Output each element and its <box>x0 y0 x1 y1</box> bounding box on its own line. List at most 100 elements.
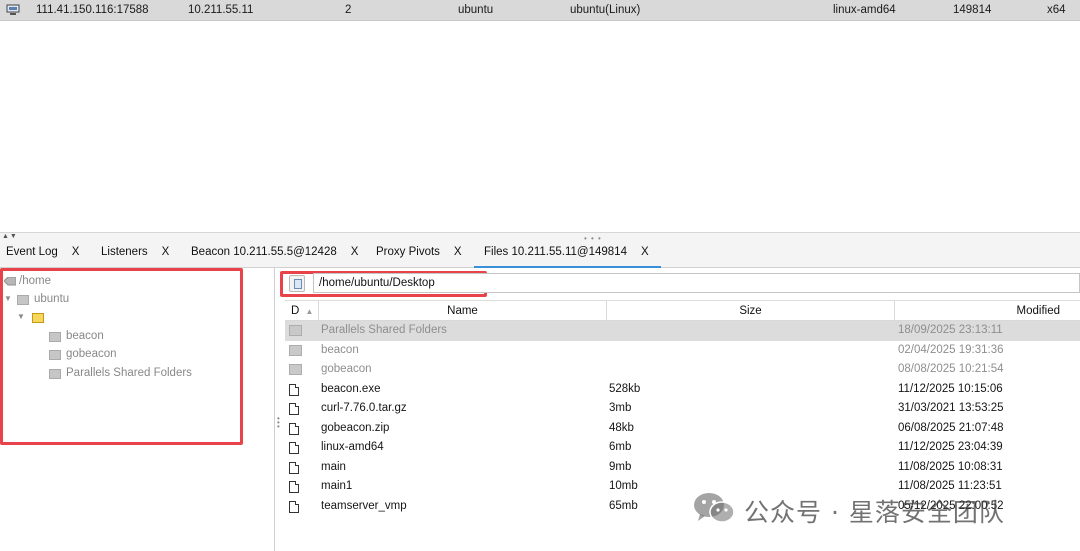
tab-proxy-pivots[interactable]: Proxy Pivots X <box>376 246 462 268</box>
open-folder-icon <box>32 313 44 323</box>
column-label: D <box>291 305 300 317</box>
column-label: Name <box>447 305 478 317</box>
column-header-name[interactable]: Name <box>319 301 607 322</box>
file-name: beacon.exe <box>321 382 381 395</box>
parent-folder-button[interactable] <box>289 275 305 292</box>
session-pid: 149814 <box>953 4 992 16</box>
tab-label: Files 10.211.55.11@149814 <box>484 246 627 258</box>
wechat-watermark: 公众号 · 星落安全团队 <box>692 490 1052 527</box>
file-name: main1 <box>321 480 353 492</box>
column-header-size[interactable]: Size <box>607 301 895 322</box>
tree-node-parallels[interactable]: Parallels Shared Folders <box>49 366 229 382</box>
table-row[interactable]: beacon.exe 528kb 11/12/2025 10:15:06 <box>285 380 1080 400</box>
tree-label: Parallels Shared Folders <box>66 367 192 379</box>
file-size: 48kb <box>609 421 634 434</box>
sort-ascending-icon: ▲ <box>305 307 314 316</box>
tab-close-icon[interactable]: X <box>454 246 462 258</box>
file-icon <box>289 422 299 435</box>
folder-icon <box>289 364 302 375</box>
tree-node-ubuntu[interactable]: ▼ ubuntu <box>4 292 204 308</box>
tree-label: gobeacon <box>66 348 117 360</box>
tab-label: Listeners <box>101 246 148 258</box>
file-modified: 11/12/2025 23:04:39 <box>898 441 1003 453</box>
directory-tree: /home ▼ ubuntu ▼ beacon gobeacon Paralle… <box>0 268 275 551</box>
session-row[interactable]: 111.41.150.116:17588 10.211.55.11 2 ubun… <box>0 0 1080 21</box>
watermark-text: 公众号 · 星落安全团队 <box>744 498 1005 527</box>
file-modified: 11/12/2025 10:15:06 <box>898 382 1003 395</box>
tree-label: /home <box>19 275 51 287</box>
file-modified: 18/09/2025 23:13:11 <box>898 324 1003 336</box>
session-process: linux-amd64 <box>833 4 896 16</box>
column-header-modified[interactable]: Modified <box>895 301 1080 322</box>
file-size: 9mb <box>609 460 632 473</box>
table-row[interactable]: main 9mb 11/08/2025 10:08:31 <box>285 458 1080 478</box>
tab-label: Proxy Pivots <box>376 246 440 258</box>
table-row[interactable]: beacon 02/04/2025 19:31:36 <box>285 341 1080 361</box>
column-header-d[interactable]: D ▲ <box>285 301 319 322</box>
file-size: 6mb <box>609 441 632 453</box>
tab-beacon[interactable]: Beacon 10.211.55.5@12428 X <box>191 246 358 268</box>
computer-icon <box>6 4 20 15</box>
tab-files[interactable]: Files 10.211.55.11@149814 X <box>474 246 661 268</box>
collapse-arrows-icon[interactable]: ▲▼ <box>2 233 18 240</box>
tab-event-log[interactable]: Event Log X <box>6 246 79 268</box>
tab-label: Beacon 10.211.55.5@12428 <box>191 246 337 258</box>
file-name: main <box>321 460 346 473</box>
pane-splitter[interactable]: ▲▼ • • • <box>0 232 1080 243</box>
file-size: 528kb <box>609 382 641 395</box>
tree-node-home[interactable]: /home <box>4 274 204 290</box>
tab-label: Event Log <box>6 246 58 258</box>
file-modified: 06/08/2025 21:07:48 <box>898 421 1004 434</box>
column-label: Size <box>739 305 762 317</box>
drive-icon <box>4 277 16 286</box>
file-modified: 31/03/2021 13:53:25 <box>898 402 1004 414</box>
file-name: curl-7.76.0.tar.gz <box>321 402 407 414</box>
sessions-table: 111.41.150.116:17588 10.211.55.11 2 ubun… <box>0 0 1080 232</box>
tab-close-icon[interactable]: X <box>351 246 359 258</box>
file-modified: 11/08/2025 10:08:31 <box>898 460 1003 473</box>
file-size: 3mb <box>609 402 632 414</box>
table-row[interactable]: linux-amd64 6mb 11/12/2025 23:04:39 <box>285 438 1080 458</box>
folder-icon <box>17 295 29 305</box>
file-name: linux-amd64 <box>321 441 384 453</box>
tab-listeners[interactable]: Listeners X <box>101 246 169 268</box>
file-size: 65mb <box>609 499 638 512</box>
file-icon <box>289 481 299 493</box>
folder-icon <box>49 369 61 379</box>
file-name: Parallels Shared Folders <box>321 324 447 336</box>
file-size: 10mb <box>609 480 638 492</box>
file-modified: 02/04/2025 19:31:36 <box>898 343 1004 356</box>
tab-close-icon[interactable]: X <box>72 246 80 258</box>
table-row[interactable]: Parallels Shared Folders 18/09/2025 23:13… <box>285 321 1080 341</box>
file-name: beacon <box>321 343 359 356</box>
expand-arrow-icon[interactable]: ▼ <box>17 312 25 321</box>
file-name: gobeacon.zip <box>321 421 390 434</box>
session-count: 2 <box>345 4 352 16</box>
session-arch: x64 <box>1047 4 1066 16</box>
file-icon <box>289 461 299 474</box>
tab-close-icon[interactable]: X <box>162 246 170 258</box>
folder-icon <box>49 332 61 342</box>
folder-icon <box>49 350 61 360</box>
tree-node-beacon[interactable]: beacon <box>49 329 229 345</box>
file-icon <box>289 403 299 415</box>
tree-label: beacon <box>66 330 104 342</box>
session-computer: ubuntu(Linux) <box>570 4 641 16</box>
table-row[interactable]: gobeacon 08/08/2025 10:21:54 <box>285 360 1080 380</box>
table-row[interactable]: curl-7.76.0.tar.gz 3mb 31/03/2021 13:53:25 <box>285 399 1080 419</box>
session-internal-ip: 10.211.55.11 <box>188 4 254 16</box>
folder-icon <box>289 344 302 356</box>
file-icon <box>289 383 299 396</box>
file-name: gobeacon <box>321 363 372 375</box>
expand-arrow-icon[interactable]: ▼ <box>4 294 12 303</box>
file-icon <box>289 442 299 454</box>
tab-close-icon[interactable]: X <box>641 246 649 258</box>
folder-icon <box>289 325 302 336</box>
file-table-header: D ▲ Name Size Modified <box>285 300 1080 322</box>
tree-node-desktop[interactable]: ▼ <box>17 310 77 326</box>
table-row[interactable]: gobeacon.zip 48kb 06/08/2025 21:07:48 <box>285 419 1080 439</box>
tree-node-gobeacon[interactable]: gobeacon <box>49 347 229 363</box>
file-name: teamserver_vmp <box>321 499 407 512</box>
path-input[interactable] <box>313 273 1080 293</box>
session-user: ubuntu <box>458 4 494 16</box>
